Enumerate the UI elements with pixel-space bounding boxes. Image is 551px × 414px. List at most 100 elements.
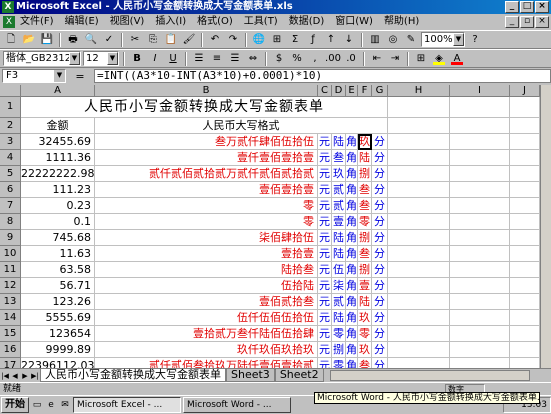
cell-fen-digit[interactable]: 捌 (358, 262, 372, 278)
chevron-down-icon[interactable]: ▼ (54, 70, 65, 82)
row-header[interactable]: 10 (0, 246, 21, 262)
cell-jiao-digit[interactable]: 叁 (332, 150, 346, 166)
cell-amount[interactable]: 63.58 (21, 262, 95, 278)
cell[interactable] (388, 182, 450, 198)
map-icon[interactable]: ◎ (385, 32, 401, 47)
cell[interactable] (450, 342, 510, 358)
cell-amount[interactable]: 11.63 (21, 246, 95, 262)
underline-button[interactable]: U (165, 51, 181, 66)
cell[interactable] (510, 150, 540, 166)
row-header[interactable]: 12 (0, 278, 21, 294)
cell-yuan[interactable]: 元 (318, 214, 332, 230)
cell-fen-digit[interactable]: 玖 (358, 342, 372, 358)
workbook-minimize-button[interactable]: _ (505, 16, 519, 28)
cell-jiao-digit[interactable]: 捌 (332, 342, 346, 358)
comma-style-button[interactable]: , (307, 51, 323, 66)
save-icon[interactable]: 💾 (39, 32, 55, 47)
cell-yuan[interactable]: 元 (318, 358, 332, 368)
first-sheet-icon[interactable]: |◀ (0, 372, 10, 380)
row-header[interactable]: 14 (0, 310, 21, 326)
align-center-icon[interactable]: ≡ (209, 51, 225, 66)
cell-jiao[interactable]: 角 (346, 230, 358, 246)
web-toolbar-icon[interactable]: ⊞ (269, 32, 285, 47)
cell-amount[interactable]: 22222222.98 (21, 166, 95, 182)
cell[interactable] (388, 150, 450, 166)
cell[interactable] (450, 262, 510, 278)
cell-jiao[interactable]: 角 (346, 166, 358, 182)
cell-fen[interactable]: 分 (372, 214, 388, 230)
row-header[interactable]: 17 (0, 358, 21, 368)
cell[interactable] (510, 342, 540, 358)
spelling-icon[interactable]: ✓ (101, 32, 117, 47)
window-title-bar[interactable]: X Microsoft Excel - 人民币小写金额转换成大写金额表单.xls… (0, 0, 551, 14)
cell-jiao[interactable]: 角 (346, 278, 358, 294)
row-header[interactable]: 5 (0, 166, 21, 182)
cell-jiao[interactable]: 角 (346, 150, 358, 166)
cell-jiao-digit[interactable]: 陆 (332, 230, 346, 246)
font-name-select[interactable]: 楷体_GB2312 ▼ (3, 51, 81, 66)
cut-icon[interactable]: ✂ (127, 32, 143, 47)
maximize-button[interactable]: □ (520, 1, 534, 13)
prev-sheet-icon[interactable]: ◀ (10, 372, 20, 380)
cell[interactable] (510, 310, 540, 326)
cell-fen-digit[interactable]: 捌 (358, 230, 372, 246)
cell-jiao[interactable]: 角 (346, 294, 358, 310)
redo-icon[interactable]: ↷ (225, 32, 241, 47)
print-preview-icon[interactable]: 🔍 (83, 32, 99, 47)
cell-jiao-digit[interactable]: 玖 (332, 166, 346, 182)
increase-indent-icon[interactable]: ⇥ (387, 51, 403, 66)
cell[interactable] (510, 262, 540, 278)
cell-amount[interactable]: 123.26 (21, 294, 95, 310)
cell-jiao[interactable]: 角 (346, 358, 358, 368)
cell-uppercase[interactable]: 柒佰肆拾伍 (95, 230, 318, 246)
task-word[interactable]: Microsoft Word - ... (183, 397, 291, 413)
cell[interactable] (388, 358, 450, 368)
cell[interactable] (388, 278, 450, 294)
cell-jiao-digit[interactable]: 陆 (332, 310, 346, 326)
merge-center-icon[interactable]: ⇔ (245, 51, 261, 66)
cell[interactable] (510, 326, 540, 342)
cell[interactable] (510, 246, 540, 262)
cell[interactable] (450, 326, 510, 342)
cell[interactable] (510, 118, 540, 134)
sort-ascending-icon[interactable]: ↑ (323, 32, 339, 47)
outlook-icon[interactable]: ✉ (59, 399, 71, 411)
cell-yuan[interactable]: 元 (318, 262, 332, 278)
sort-descending-icon[interactable]: ↓ (341, 32, 357, 47)
row-header[interactable]: 16 (0, 342, 21, 358)
desktop-icon[interactable]: ▭ (31, 399, 43, 411)
cell-fen-digit[interactable]: 陆 (358, 294, 372, 310)
cell-jiao[interactable]: 角 (346, 326, 358, 342)
bold-button[interactable]: B (129, 51, 145, 66)
cell[interactable] (388, 166, 450, 182)
cell[interactable] (388, 246, 450, 262)
column-header-a[interactable]: A (21, 85, 95, 97)
cell[interactable] (450, 198, 510, 214)
menu-data[interactable]: 数据(D) (287, 14, 327, 30)
vertical-scrollbar[interactable] (540, 85, 551, 368)
horizontal-scrollbar[interactable] (330, 370, 530, 381)
cell-uppercase[interactable]: 陆拾叁 (95, 262, 318, 278)
cell[interactable] (510, 134, 540, 150)
cell-yuan[interactable]: 元 (318, 326, 332, 342)
cell-amount[interactable]: 32455.69 (21, 134, 95, 150)
cell[interactable] (510, 294, 540, 310)
sheet-title[interactable]: 人民币小写金额转换成大写金额表单 (21, 97, 388, 118)
column-header-f[interactable]: F (358, 85, 372, 97)
cell-amount[interactable]: 5555.69 (21, 310, 95, 326)
menu-insert[interactable]: 插入(I) (153, 14, 188, 30)
cell-amount[interactable]: 1111.36 (21, 150, 95, 166)
cell-fen[interactable]: 分 (372, 358, 388, 368)
cell-jiao[interactable]: 角 (346, 214, 358, 230)
cell-amount[interactable]: 56.71 (21, 278, 95, 294)
cell-fen-digit[interactable]: 壹 (358, 278, 372, 294)
cell-jiao[interactable]: 角 (346, 310, 358, 326)
row-header[interactable]: 9 (0, 230, 21, 246)
last-sheet-icon[interactable]: ▶| (30, 372, 40, 380)
cell-amount[interactable]: 745.68 (21, 230, 95, 246)
cell[interactable] (388, 294, 450, 310)
cell[interactable] (388, 198, 450, 214)
cell-jiao[interactable]: 角 (346, 182, 358, 198)
help-icon[interactable]: ? (467, 32, 483, 47)
cell-jiao-digit[interactable]: 零 (332, 326, 346, 342)
